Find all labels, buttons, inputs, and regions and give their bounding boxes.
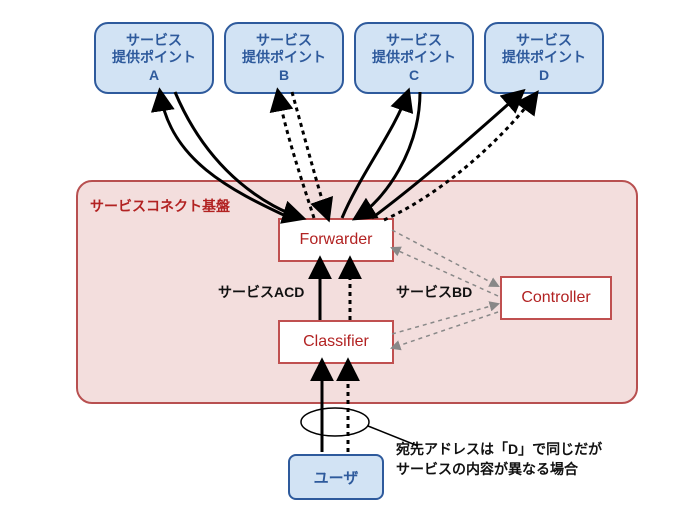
service-point-d: サービス 提供ポイント D	[484, 22, 604, 94]
forwarder-box: Forwarder	[278, 218, 394, 262]
service-point-c: サービス 提供ポイント C	[354, 22, 474, 94]
platform-title: サービスコネクト基盤	[90, 196, 230, 216]
label-service-acd: サービスACD	[218, 282, 304, 302]
controller-box: Controller	[500, 276, 612, 320]
diagram-stage: サービス 提供ポイント A サービス 提供ポイント B サービス 提供ポイント …	[0, 0, 678, 520]
note-text: 宛先アドレスは「D」で同じだが サービスの内容が異なる場合	[396, 440, 602, 479]
label-service-bd: サービスBD	[396, 282, 472, 302]
user-box: ユーザ	[288, 454, 384, 500]
service-point-b: サービス 提供ポイント B	[224, 22, 344, 94]
service-point-a: サービス 提供ポイント A	[94, 22, 214, 94]
flow-ellipse	[301, 408, 369, 436]
classifier-box: Classifier	[278, 320, 394, 364]
